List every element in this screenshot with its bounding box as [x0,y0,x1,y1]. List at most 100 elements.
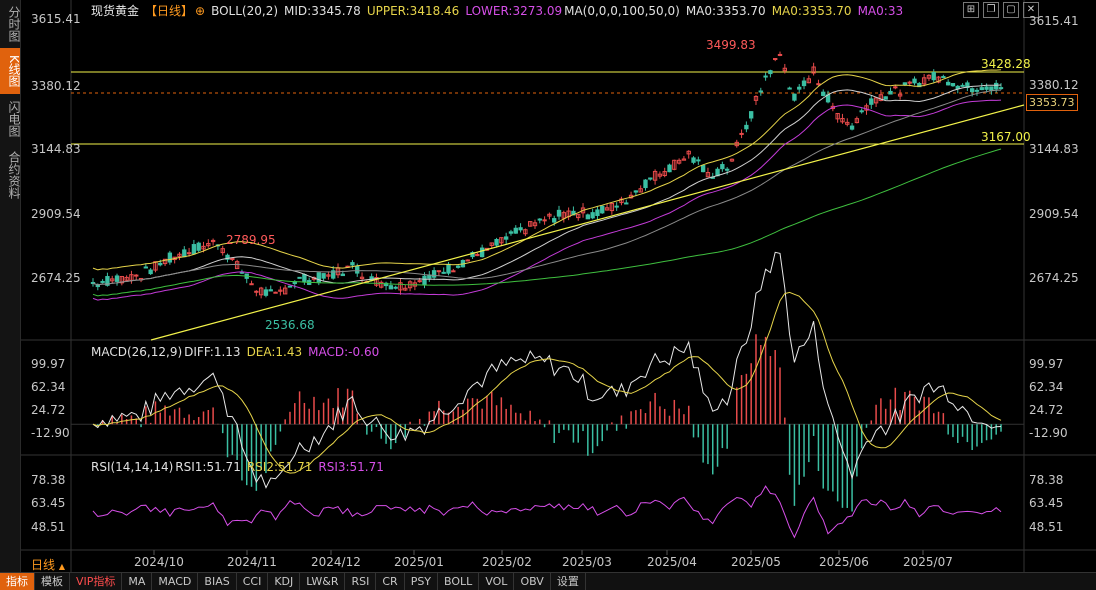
tab-contract-info[interactable]: 合约资料 [0,144,21,206]
macd-tick-right: -12.90 [1029,426,1068,440]
candle-body [143,266,149,269]
tab-rsi[interactable]: RSI [345,573,377,590]
candle-body [196,242,201,251]
candle-body [792,93,797,101]
macd-params: MACD(26,12,9) [91,345,183,359]
rsi-tick-right: 48.51 [1029,520,1064,534]
candle-body [167,252,173,263]
add-indicator-icon[interactable]: ⊕ [195,4,205,18]
tab-kdj[interactable]: KDJ [268,573,301,590]
tab-psy[interactable]: PSY [405,573,439,590]
candle-body [720,164,725,170]
date-tick: 2025/07 [903,555,953,569]
candle-body [667,164,672,173]
sidebar: 分时图 K线图 闪电图 合约资料 [0,0,21,572]
tab-vip--2[interactable]: VIP指标 [70,573,123,590]
candle-body [287,285,293,288]
chevron-down-icon: ▲ [58,562,65,571]
candle-body [508,231,514,234]
tab-ma[interactable]: MA [122,573,153,590]
candle-body [249,283,254,286]
candle-body [912,78,917,84]
candle-body [431,270,437,278]
candle-body [773,58,778,61]
candle-body [297,276,302,279]
candle-body [643,179,648,189]
macd-tick-right: 24.72 [1029,403,1064,417]
candle-body [859,110,864,113]
candle-body [590,212,595,219]
rsi-legend: RSI(14,14,14) RSI1:51.71 RSI2:51.71 RSI3:51… [91,460,390,474]
candle-body [340,273,345,277]
candle-body [600,205,605,214]
candle-body [134,274,139,277]
indicator-tabbar: 指标 模板 VIP指标 MA MACD BIAS CCI KDJ LW&R RSI CR PSY BOL… [0,572,1096,590]
date-tick: 2024/11 [227,555,277,569]
peak-annotation: 2789.95 [226,233,276,247]
candle-body [503,236,509,240]
current-price-tag: 3353.73 [1026,94,1078,111]
date-tick: 2024/10 [134,555,184,569]
candle-body [182,249,187,258]
restore-icon[interactable]: ❐ [983,2,999,18]
tab-kline[interactable]: K线图 [0,48,21,94]
period-label: 日线 [31,558,56,572]
tab-boll[interactable]: BOLL [438,573,480,590]
rsi-params: RSI(14,14,14) [91,460,174,474]
tab-cci[interactable]: CCI [237,573,269,590]
candle-body [893,86,898,89]
macd-legend: MACD(26,12,9) DIFF:1.13 DEA:1.43 MACD:-0.60 [91,345,385,359]
candle-body [321,273,326,279]
tab--[interactable]: 设置 [551,573,586,590]
price-tick-right: 3380.12 [1029,78,1079,92]
macd-tick-left: -12.90 [31,426,70,440]
candle-body [393,286,398,289]
candle-body [821,91,826,96]
date-tick: 2025/06 [819,555,869,569]
maximize-icon[interactable]: ▢ [1003,2,1019,18]
price-tick-left: 3380.12 [31,79,81,93]
candle-body [263,289,269,296]
kline-chart[interactable] [21,0,1096,572]
candle-body [114,275,120,282]
macd-value: MACD:-0.60 [308,345,380,359]
boll-mid: MID:3345.78 [284,4,361,18]
candle-body [998,87,1004,90]
tab---1[interactable]: 模板 [35,573,70,590]
candle-body [518,227,523,231]
boll-upper: UPPER:3418.46 [366,4,460,18]
tab-bias[interactable]: BIAS [198,573,237,590]
tab-obv[interactable]: OBV [514,573,551,590]
tab-macd[interactable]: MACD [152,573,199,590]
trend-line [150,104,1025,341]
tab---0[interactable]: 指标 [0,573,35,590]
rsi-tick-right: 78.38 [1029,473,1064,487]
candle-body [979,87,984,91]
tab-vol[interactable]: VOL [479,573,515,590]
price-tick-right: 3615.41 [1029,14,1079,28]
candle-body [849,125,855,130]
tab-lw-r[interactable]: LW&R [300,573,346,590]
candle-body [191,244,197,255]
date-tick: 2025/04 [647,555,697,569]
high-annotation: 3499.83 [706,38,756,52]
period-selector[interactable]: 日线 ▲ [31,556,65,573]
macd-tick-right: 99.97 [1029,357,1064,371]
candle-body [648,177,653,180]
boll-lower-line [92,99,1002,301]
candle-body [100,280,105,283]
candle-body [941,76,946,79]
tab-cr[interactable]: CR [376,573,405,590]
symbol-name: 现货黄金 [91,4,140,18]
candle-body [451,270,456,273]
tab-flash[interactable]: 闪电图 [0,94,21,144]
rsi3-value: RSI3:51.71 [318,460,384,474]
candle-body [446,263,451,274]
tab-timeshare[interactable]: 分时图 [0,0,21,48]
candle-body [417,280,422,283]
layout-icon[interactable]: ⊞ [963,2,979,18]
ma100-line [92,148,1002,297]
price-tick-left: 2674.25 [31,271,81,285]
price-tick-right: 3144.83 [1029,142,1079,156]
chart-area[interactable]: 现货黄金 【日线】 ⊕ BOLL(20,2) MID:3345.78 UPPER:3418… [21,0,1096,572]
